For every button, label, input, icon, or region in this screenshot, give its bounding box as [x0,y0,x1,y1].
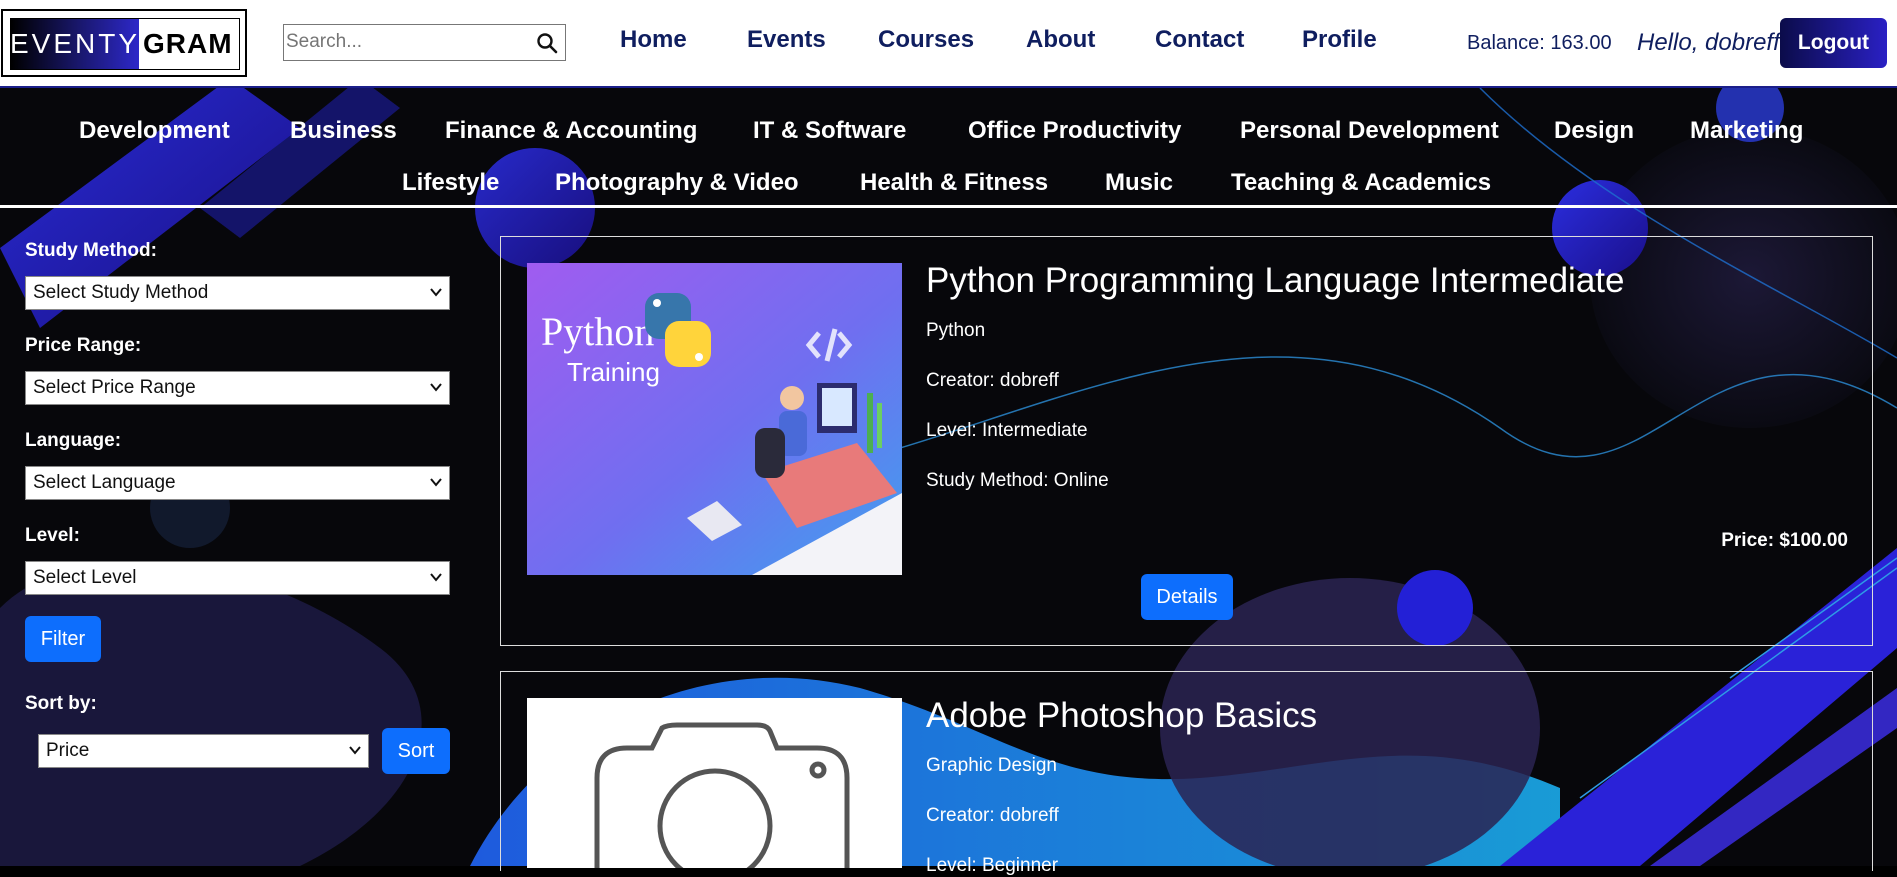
category-health-fitness[interactable]: Health & Fitness [860,169,1048,197]
level-value: Select Level [33,567,137,588]
nav-about[interactable]: About [1026,26,1095,54]
sort-value: Price [46,740,90,761]
price-range-value: Select Price Range [33,377,196,398]
filter-button[interactable]: Filter [25,616,101,662]
nav-contact[interactable]: Contact [1155,26,1244,54]
category-business[interactable]: Business [290,117,397,145]
category-teaching-academics[interactable]: Teaching & Academics [1231,169,1491,197]
price-range-label: Price Range: [25,335,142,356]
course-category: Python [926,320,986,341]
study-method-value: Select Study Method [33,282,209,303]
chevron-down-icon [430,288,442,297]
greeting-text: Hello, dobreff [1637,29,1780,56]
category-development[interactable]: Development [79,117,230,145]
chevron-down-icon [430,478,442,487]
course-study-method: Study Method: Online [926,470,1109,491]
level-select[interactable]: Select Level [25,561,450,595]
logo-text-right: GRAM [143,28,233,59]
course-title[interactable]: Python Programming Language Intermediate [926,261,1624,301]
nav-courses[interactable]: Courses [878,26,974,54]
course-category: Graphic Design [926,755,1057,776]
nav-profile[interactable]: Profile [1302,26,1377,54]
course-thumbnail-image[interactable]: Python Training [527,263,902,575]
chevron-down-icon [349,746,361,755]
camera-placeholder-image[interactable] [527,698,902,868]
course-creator: Creator: dobreff [926,370,1059,391]
category-marketing[interactable]: Marketing [1690,117,1803,145]
top-navbar: EVENTY GRAM Home Events Courses About Co… [0,0,1897,88]
category-design[interactable]: Design [1554,117,1634,145]
course-level: Level: Beginner [926,855,1059,876]
category-photography-video[interactable]: Photography & Video [555,169,799,197]
course-title[interactable]: Adobe Photoshop Basics [926,696,1317,736]
language-select[interactable]: Select Language [25,466,450,500]
language-label: Language: [25,430,122,451]
search-input[interactable] [286,27,526,57]
category-personal-development[interactable]: Personal Development [1240,117,1499,145]
study-method-select[interactable]: Select Study Method [25,276,450,310]
course-level: Level: Intermediate [926,420,1088,441]
logout-button[interactable]: Logout [1780,18,1887,68]
sort-by-label: Sort by: [25,693,97,714]
logo-text-left: EVENTY [10,19,139,69]
category-it-software[interactable]: IT & Software [753,117,906,145]
chevron-down-icon [430,573,442,582]
category-office-productivity[interactable]: Office Productivity [968,117,1181,145]
course-price: Price: $100.00 [1721,530,1848,551]
sort-select[interactable]: Price [38,734,369,768]
category-music[interactable]: Music [1105,169,1173,197]
category-bar: Development Business Finance & Accountin… [0,88,1897,208]
brand-logo[interactable]: EVENTY GRAM [1,9,247,77]
sort-button[interactable]: Sort [382,728,450,774]
course-card: Adobe Photoshop Basics Graphic Design Cr… [500,671,1873,876]
thumb-text-training: Training [567,357,660,387]
search-icon[interactable] [535,31,559,55]
course-card: Python Training Python Programming Langu… [500,236,1873,646]
level-label: Level: [25,525,80,546]
price-range-select[interactable]: Select Price Range [25,371,450,405]
search-box [283,24,566,61]
category-lifestyle[interactable]: Lifestyle [402,169,499,197]
category-finance-accounting[interactable]: Finance & Accounting [445,117,697,145]
study-method-label: Study Method: [25,240,157,261]
nav-home[interactable]: Home [620,26,687,54]
nav-events[interactable]: Events [747,26,826,54]
chevron-down-icon [430,383,442,392]
details-button[interactable]: Details [1141,574,1233,620]
balance-text: Balance: 163.00 [1467,32,1612,54]
language-value: Select Language [33,472,176,493]
thumb-text-python: Python [541,309,654,354]
course-creator: Creator: dobreff [926,805,1059,826]
